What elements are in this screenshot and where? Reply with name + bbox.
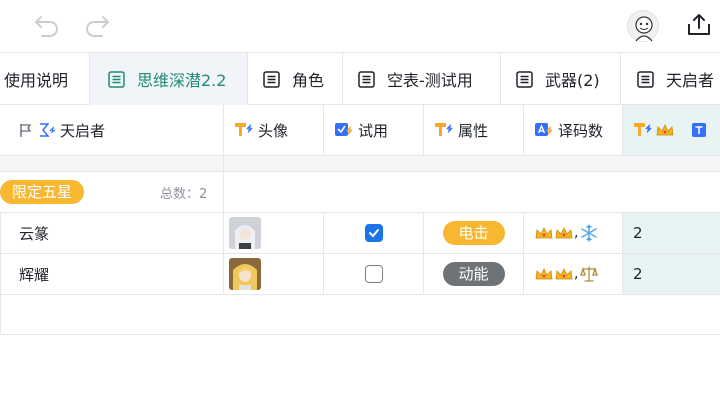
flag-icon xyxy=(20,124,32,137)
tab-deep-dive[interactable]: 思维深潜2.2 xyxy=(90,53,248,105)
group-header[interactable]: 限定五星 总数：2 xyxy=(0,172,720,213)
column-label: 试用 xyxy=(358,121,389,140)
column-header-row: 天启者 头像 试用 属性 译码数 xyxy=(0,105,720,156)
group-count: 总数：2 xyxy=(160,187,208,202)
tab-label: 思维深潜2.2 xyxy=(137,71,227,90)
cell-trial[interactable] xyxy=(324,254,424,294)
cell-avatar[interactable] xyxy=(224,254,324,294)
add-record-row[interactable] xyxy=(0,295,720,335)
cell-code-count[interactable]: , xyxy=(524,254,623,294)
cell-crown-count[interactable]: 2 xyxy=(623,213,720,253)
tab-label: 武器(2) xyxy=(545,71,600,90)
tab-label: 使用说明 xyxy=(4,71,69,90)
tab-empty-test[interactable]: 空表-测试用 xyxy=(343,53,501,105)
column-header-code-count[interactable]: 译码数 xyxy=(524,105,623,155)
character-avatar-image xyxy=(229,258,261,290)
column-header-apocalypse[interactable]: 天启者 xyxy=(0,105,224,155)
sum-formula-icon xyxy=(40,123,56,137)
tab-label: 天启者 xyxy=(666,71,715,90)
crown-icon xyxy=(555,227,573,239)
tab-label: 角色 xyxy=(292,71,325,90)
top-toolbar xyxy=(0,0,720,52)
count-value: 2 xyxy=(633,224,643,242)
column-label: 属性 xyxy=(458,121,489,140)
count-value: 2 xyxy=(633,265,643,283)
column-label: 天启者 xyxy=(60,121,106,140)
table-tabs: 使用说明 思维深潜2.2 角色 空表-测试用 武器(2) 天启者 xyxy=(0,52,720,105)
cell-trial[interactable] xyxy=(324,213,424,253)
tab-weapons[interactable]: 武器(2) xyxy=(501,53,621,105)
column-header-avatar[interactable]: 头像 xyxy=(224,105,324,155)
lookup-field-icon xyxy=(634,123,652,136)
table-row[interactable]: 云篆 电击 , 2 xyxy=(0,213,720,254)
code-separator: , xyxy=(574,266,579,282)
grid-table-icon xyxy=(516,70,533,88)
cell-attribute[interactable]: 电击 xyxy=(424,213,524,253)
text-type-icon xyxy=(692,123,706,137)
attribute-tag: 动能 xyxy=(442,262,505,286)
snowflake-icon xyxy=(581,224,598,242)
tab-apocalypse[interactable]: 天启者 xyxy=(621,53,720,105)
crown-icon xyxy=(555,268,573,280)
code-separator: , xyxy=(574,225,579,241)
spacer-row xyxy=(0,156,720,172)
cell-code-count[interactable]: , xyxy=(524,213,623,253)
grid-table-icon xyxy=(108,70,125,88)
column-header-trial[interactable]: 试用 xyxy=(324,105,424,155)
crown-icon xyxy=(535,268,553,280)
tab-label: 空表-测试用 xyxy=(387,71,473,90)
cell-crown-count[interactable]: 2 xyxy=(623,254,720,294)
checkbox-formula-icon xyxy=(335,123,353,136)
character-avatar-image xyxy=(229,217,261,249)
attribute-tag: 电击 xyxy=(442,221,505,245)
table-row[interactable]: 辉耀 动能 , 2 xyxy=(0,254,720,295)
group-tag: 限定五星 xyxy=(0,180,85,204)
cell-name[interactable]: 辉耀 xyxy=(0,254,224,294)
column-label: 译码数 xyxy=(558,121,604,140)
user-avatar[interactable] xyxy=(627,10,659,42)
grid-table-icon xyxy=(637,70,654,88)
grid-table-icon xyxy=(358,70,375,88)
redo-icon[interactable] xyxy=(82,10,112,40)
tab-usage[interactable]: 使用说明 xyxy=(0,53,90,105)
scales-icon xyxy=(580,266,599,282)
cell-attribute[interactable]: 动能 xyxy=(424,254,524,294)
cell-avatar[interactable] xyxy=(224,213,324,253)
row-name: 云篆 xyxy=(19,224,50,243)
trial-checkbox[interactable] xyxy=(364,224,383,242)
column-header-crown[interactable] xyxy=(623,105,720,155)
text-formula-icon xyxy=(535,123,553,136)
tab-characters[interactable]: 角色 xyxy=(248,53,343,105)
grid-table-icon xyxy=(263,70,280,88)
lookup-field-icon xyxy=(235,123,253,136)
undo-icon[interactable] xyxy=(32,10,62,40)
share-icon[interactable] xyxy=(684,10,714,40)
cell-name[interactable]: 云篆 xyxy=(0,213,224,253)
column-header-attribute[interactable]: 属性 xyxy=(424,105,524,155)
crown-icon xyxy=(656,124,674,136)
row-name: 辉耀 xyxy=(19,265,50,284)
lookup-field-icon xyxy=(435,123,453,136)
column-label: 头像 xyxy=(258,121,289,140)
crown-icon xyxy=(535,227,553,239)
trial-checkbox[interactable] xyxy=(364,265,383,283)
